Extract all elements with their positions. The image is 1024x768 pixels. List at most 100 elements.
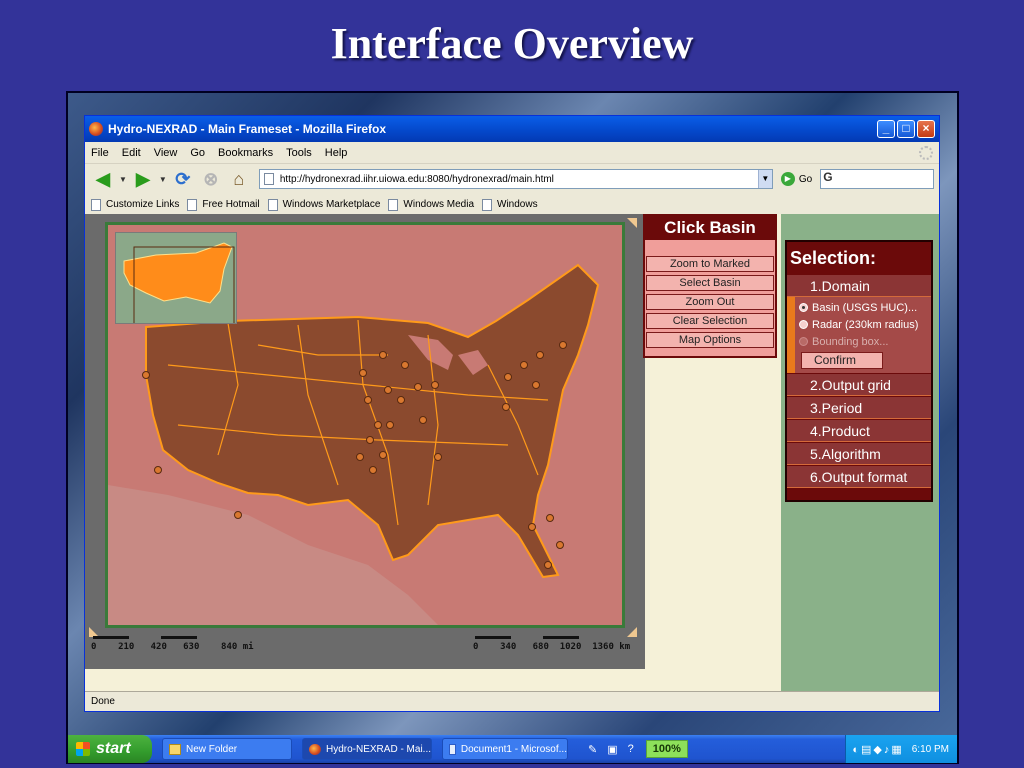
page-content: 0 210 420 630 840 mi 0 340 680 1020 1360… [85, 214, 939, 691]
window-title: Hydro-NEXRAD - Main Frameset - Mozilla F… [108, 122, 387, 136]
firefox-icon [309, 743, 321, 755]
domain-option-bounding-box[interactable]: Bounding box... [795, 333, 931, 350]
back-dropdown-icon[interactable]: ▼ [119, 175, 127, 184]
option-label: Basin (USGS HUC)... [812, 301, 918, 314]
bookmark-windows-marketplace[interactable]: Windows Marketplace [267, 198, 380, 211]
menu-bar: File Edit View Go Bookmarks Tools Help [85, 142, 939, 164]
domain-option-radar[interactable]: Radar (230km radius) [795, 316, 931, 333]
pen-icon[interactable]: ✎ [588, 743, 597, 756]
windows-logo-icon [76, 742, 90, 756]
step-algorithm[interactable]: 5.Algorithm [787, 443, 931, 465]
page-icon [267, 198, 278, 211]
inset-us-shape [123, 242, 233, 304]
firefox-icon [89, 122, 103, 136]
clock: 6:10 PM [911, 743, 949, 755]
navigation-toolbar: ◀ ▼ ▶ ▼ ⟳ ⊗ ⌂ http://hydronexrad.iihr.ui… [85, 164, 939, 194]
radio-icon[interactable] [799, 337, 808, 346]
task-label: Document1 - Microsof... [460, 743, 567, 755]
page-icon [187, 198, 198, 211]
menu-view[interactable]: View [154, 147, 178, 159]
map-options-button[interactable]: Map Options [646, 332, 774, 348]
menu-go[interactable]: Go [190, 147, 205, 159]
scale-bar-miles: 0 210 420 630 840 mi [91, 642, 254, 652]
reload-icon[interactable]: ⟳ [171, 168, 195, 190]
scale-bar-km: 0 340 680 1020 1360 km [473, 642, 631, 652]
page-icon [91, 198, 101, 211]
step-period[interactable]: 3.Period [787, 397, 931, 419]
domain-option-basin[interactable]: Basin (USGS HUC)... [795, 299, 931, 316]
search-input[interactable]: G [820, 169, 935, 189]
word-document-icon [449, 743, 456, 755]
go-label: Go [798, 173, 813, 185]
option-label: Bounding box... [812, 335, 889, 348]
help-icon[interactable]: ? [628, 743, 634, 755]
scale-segment [543, 636, 579, 639]
corner-marker-top-right [627, 218, 637, 228]
zoom-to-marked-button[interactable]: Zoom to Marked [646, 256, 774, 272]
step-domain[interactable]: 1.Domain [787, 275, 931, 297]
task-new-folder[interactable]: New Folder [162, 738, 292, 760]
go-button[interactable]: ▶ Go [780, 172, 813, 186]
bookmark-customize-links[interactable]: Customize Links [91, 198, 179, 211]
menu-file[interactable]: File [91, 147, 109, 159]
select-basin-button[interactable]: Select Basin [646, 275, 774, 291]
minimize-button[interactable]: _ [877, 120, 895, 138]
step-product[interactable]: 4.Product [787, 420, 931, 442]
bookmark-label: Windows [497, 199, 538, 210]
menu-help[interactable]: Help [325, 147, 348, 159]
option-label: Radar (230km radius) [812, 318, 919, 331]
us-basin-map[interactable] [105, 222, 625, 628]
menu-bookmarks[interactable]: Bookmarks [218, 147, 273, 159]
zoom-level[interactable]: 100% [645, 740, 688, 758]
go-arrow-icon: ▶ [780, 172, 795, 186]
confirm-button[interactable]: Confirm [801, 352, 883, 369]
task-label: New Folder [186, 743, 238, 755]
status-bar: Done [85, 691, 939, 711]
selection-panel: Selection: 1.Domain Basin (USGS HUC)... … [785, 240, 933, 502]
radio-icon[interactable] [799, 320, 808, 329]
display-icon[interactable]: ▣ [607, 743, 617, 756]
step-output-grid[interactable]: 2.Output grid [787, 374, 931, 396]
task-label: Hydro-NEXRAD - Mai... [325, 743, 431, 755]
selection-title: Selection: [790, 248, 877, 268]
forward-arrow-icon[interactable]: ▶ [131, 168, 155, 190]
scale-segment [93, 636, 129, 639]
slide-title: Interface Overview [330, 19, 694, 68]
window-titlebar[interactable]: Hydro-NEXRAD - Main Frameset - Mozilla F… [85, 116, 939, 142]
back-arrow-icon[interactable]: ◀ [91, 168, 115, 190]
radio-selected-icon[interactable] [799, 303, 808, 312]
url-field[interactable]: http://hydronexrad.iihr.uiowa.edu:8080/h… [258, 169, 773, 189]
click-basin-panel: Click Basin Zoom to Marked Select Basin … [643, 214, 777, 358]
start-label: start [96, 740, 131, 757]
zoom-out-button[interactable]: Zoom Out [646, 294, 774, 310]
bookmark-windows-media[interactable]: Windows Media [388, 198, 474, 211]
menu-tools[interactable]: Tools [286, 147, 312, 159]
start-button[interactable]: start [68, 735, 152, 763]
system-tray: ◐▤◆♪▦ 6:10 PM [845, 735, 957, 763]
menu-edit[interactable]: Edit [122, 147, 141, 159]
close-button[interactable]: × [917, 120, 935, 138]
inset-us-drawing [123, 242, 235, 323]
home-icon[interactable]: ⌂ [227, 168, 251, 190]
url-text[interactable]: http://hydronexrad.iihr.uiowa.edu:8080/h… [280, 174, 758, 185]
scale-segment [161, 636, 197, 639]
forward-dropdown-icon[interactable]: ▼ [159, 175, 167, 184]
bookmark-label: Free Hotmail [202, 199, 260, 210]
bookmark-windows[interactable]: Windows [482, 198, 538, 211]
quick-tools: ✎ ▣ ? 100% [588, 740, 698, 758]
tray-icons[interactable]: ◐▤◆♪▦ [852, 743, 903, 756]
map-panel: 0 210 420 630 840 mi 0 340 680 1020 1360… [85, 214, 645, 669]
page-icon [263, 173, 274, 185]
task-firefox[interactable]: Hydro-NEXRAD - Mai... [302, 738, 432, 760]
page-icon [482, 198, 493, 211]
overview-inset-map[interactable] [115, 232, 237, 324]
url-dropdown-icon[interactable]: ▼ [757, 170, 772, 188]
step-output-format[interactable]: 6.Output format [787, 466, 931, 488]
clear-selection-button[interactable]: Clear Selection [646, 313, 774, 329]
folder-icon [169, 743, 181, 755]
windows-taskbar: start New Folder Hydro-NEXRAD - Mai... D… [68, 735, 957, 763]
bookmark-free-hotmail[interactable]: Free Hotmail [187, 198, 260, 211]
maximize-button[interactable]: □ [897, 120, 915, 138]
task-word-document[interactable]: Document1 - Microsof... [442, 738, 568, 760]
stop-icon[interactable]: ⊗ [199, 168, 223, 190]
